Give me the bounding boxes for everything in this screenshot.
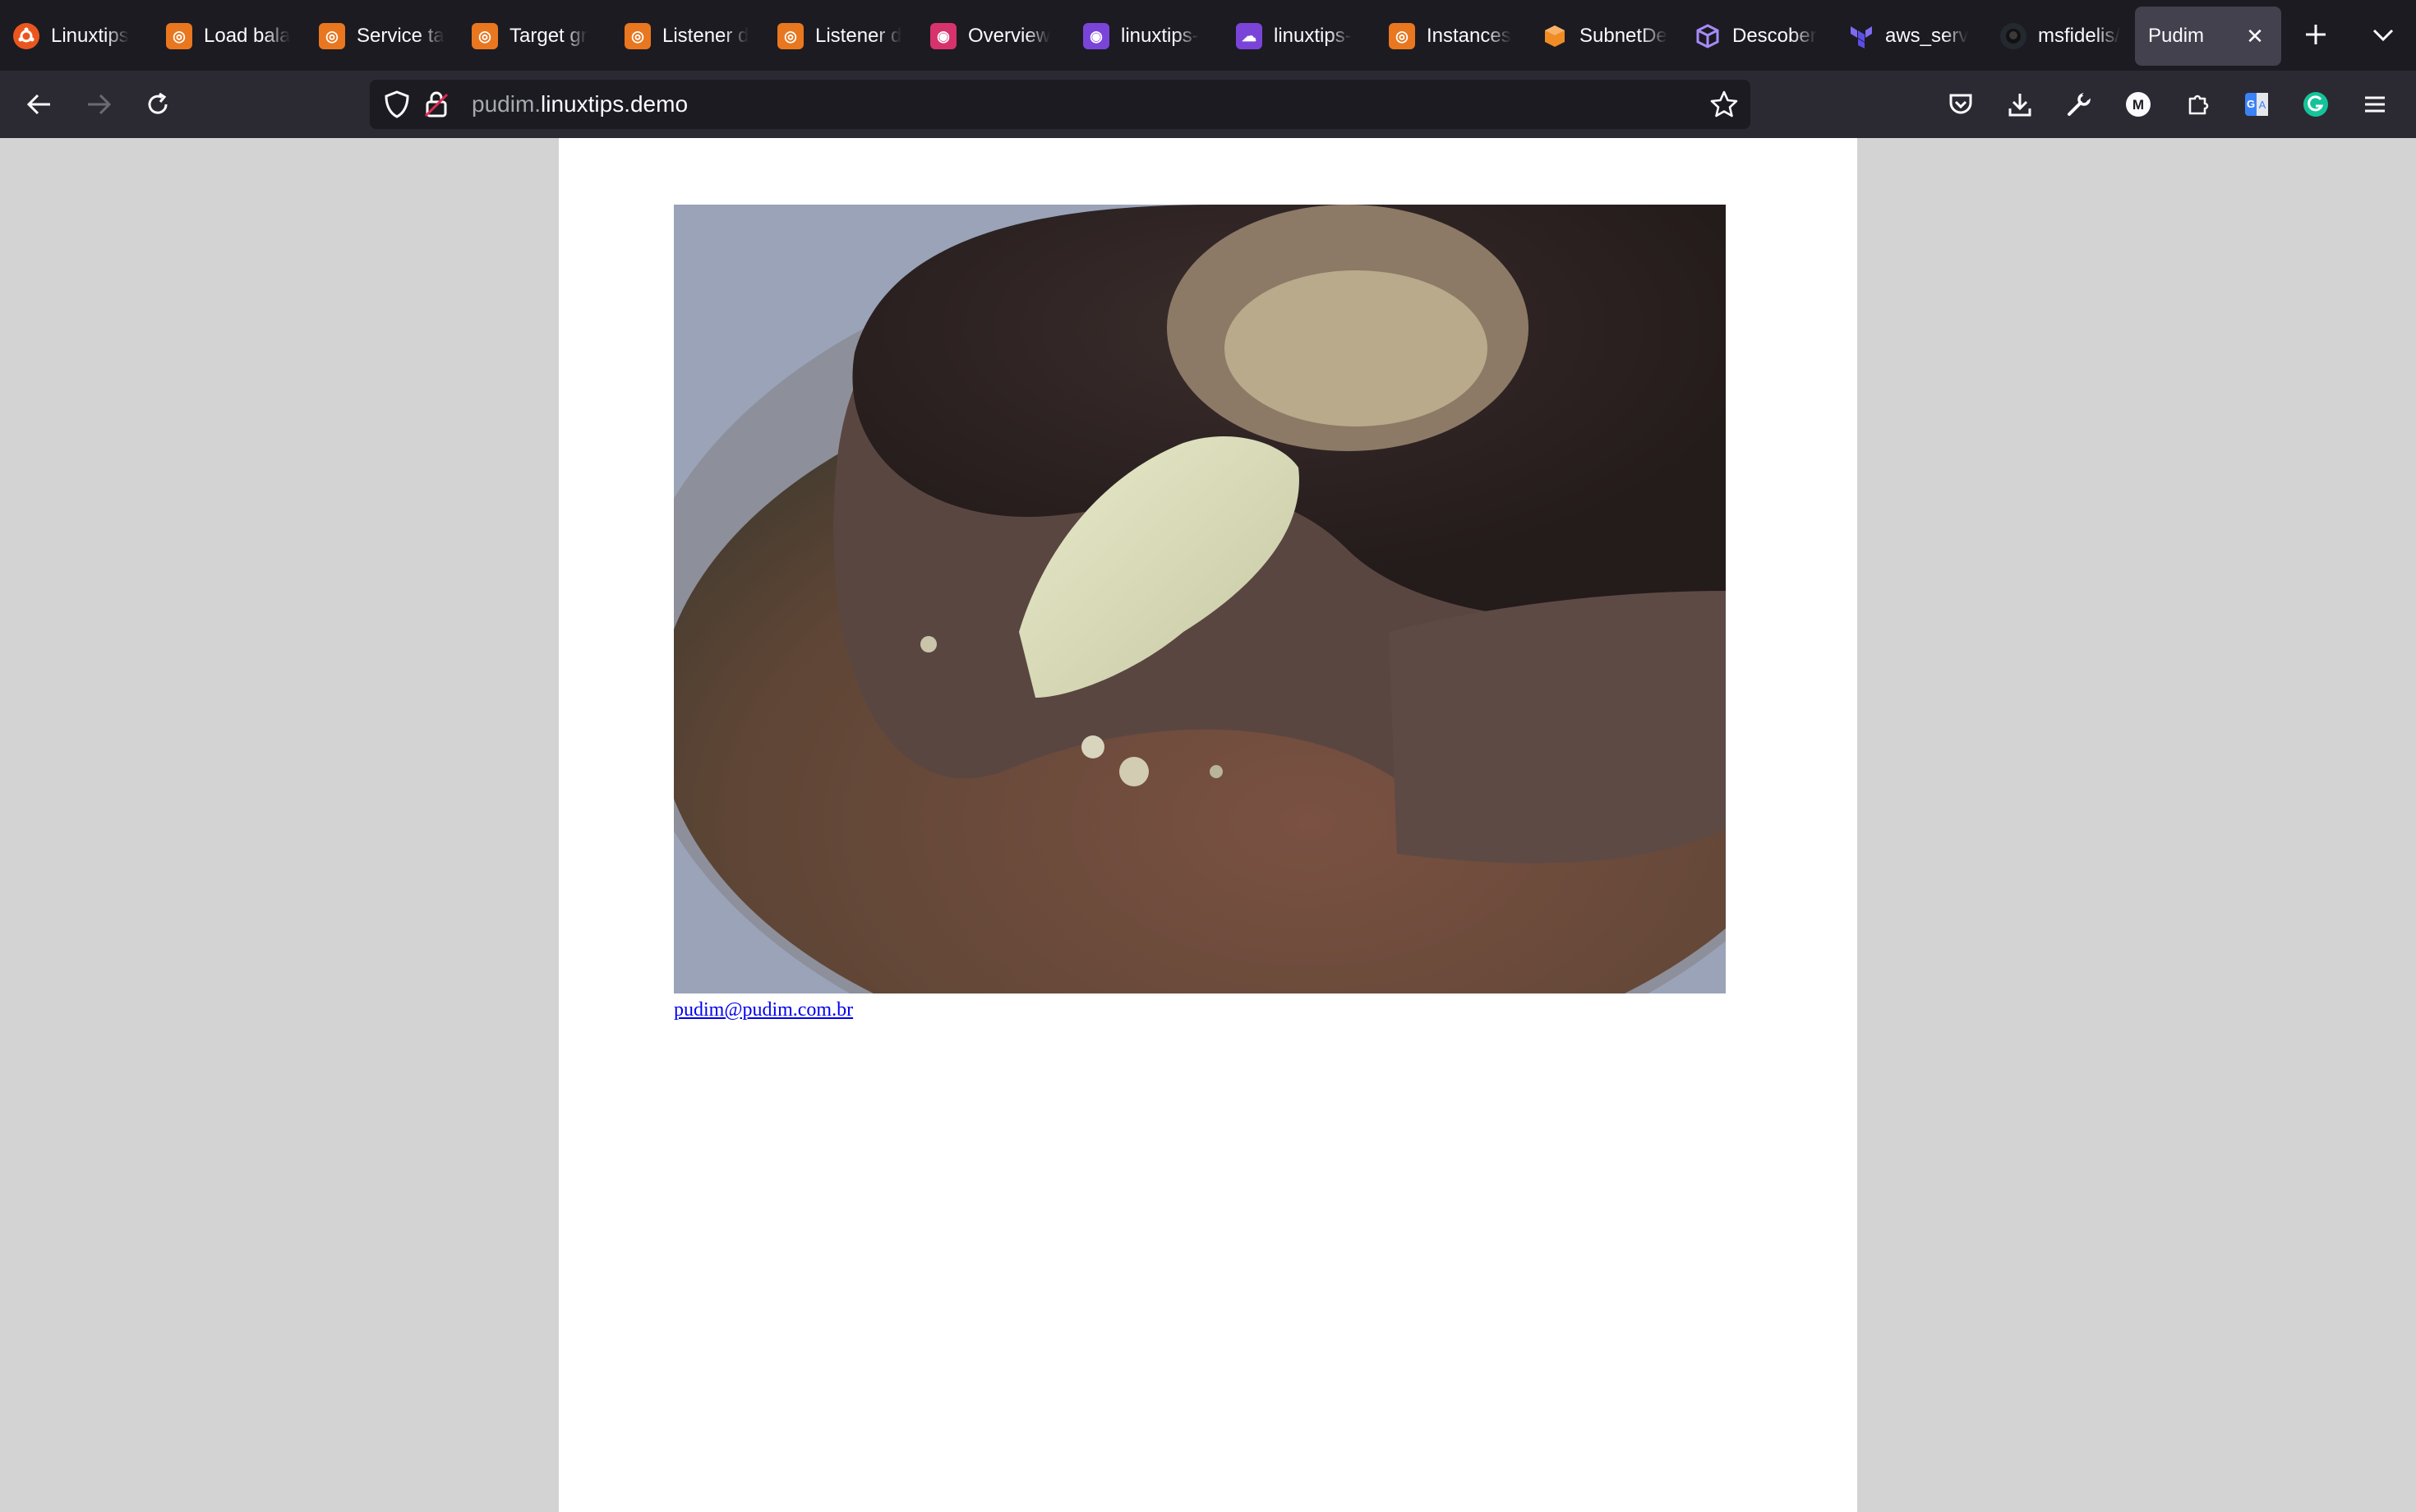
bookmark-star-icon[interactable] xyxy=(1709,90,1739,123)
tab-title: linuxtips- xyxy=(1274,25,1352,47)
tab[interactable]: ◎ Listener d xyxy=(611,7,764,66)
tab-title: SubnetDe xyxy=(1579,25,1667,47)
grammarly-icon[interactable] xyxy=(2296,85,2335,124)
tab[interactable]: ◎ Load bala xyxy=(153,7,306,66)
tab-strip: Linuxtips ◎ Load bala ◎ Service ta ◎ Tar… xyxy=(0,0,2416,71)
tab[interactable]: ◉ Overview xyxy=(917,7,1070,66)
url-subdomain: pudim. xyxy=(472,91,542,117)
tab-title: Service ta xyxy=(357,25,445,47)
insecure-lock-icon[interactable] xyxy=(422,90,450,123)
aws-console-pink-icon: ◉ xyxy=(930,23,957,49)
close-tab-icon[interactable]: ✕ xyxy=(2243,25,2266,48)
aws-cube-icon xyxy=(1542,23,1568,49)
back-arrow-icon[interactable] xyxy=(20,85,59,124)
tab-title: Overview xyxy=(968,25,1051,47)
aws-service-icon: ◎ xyxy=(777,23,804,49)
page-content: pudim@pudim.com.br xyxy=(559,138,1857,1512)
aws-service-icon: ◎ xyxy=(166,23,192,49)
wrench-icon[interactable] xyxy=(2059,85,2099,124)
aws-service-icon: ◎ xyxy=(472,23,498,49)
tab-active[interactable]: Pudim ✕ xyxy=(2135,7,2281,66)
aws-service-icon: ◎ xyxy=(319,23,345,49)
github-icon xyxy=(2000,23,2026,49)
tab[interactable]: ◉ linuxtips- xyxy=(1070,7,1223,66)
tab-title: Linuxtips xyxy=(51,25,129,47)
tab[interactable]: ☁ linuxtips- xyxy=(1223,7,1376,66)
terraform-icon xyxy=(1847,23,1874,49)
list-all-tabs-chevron-icon[interactable] xyxy=(2365,16,2401,53)
url-text[interactable]: pudim.linuxtips.demo xyxy=(472,91,688,118)
svg-text:G: G xyxy=(2247,98,2255,110)
translate-icon[interactable]: GA xyxy=(2237,85,2276,124)
tab[interactable]: ◎ Listener d xyxy=(764,7,917,66)
pocket-icon[interactable] xyxy=(1941,85,1980,124)
extension-m-icon[interactable]: M xyxy=(2119,85,2158,124)
menu-icon[interactable] xyxy=(2355,85,2395,124)
forward-arrow-icon[interactable] xyxy=(79,85,118,124)
download-icon[interactable] xyxy=(2000,85,2040,124)
tab-title: Listener d xyxy=(662,25,749,47)
svg-text:M: M xyxy=(2132,97,2144,113)
ubuntu-icon xyxy=(13,23,39,49)
url-domain: linuxtips.demo xyxy=(541,91,689,117)
tab-title: aws_serv xyxy=(1885,25,1969,47)
tab-title: Load bala xyxy=(204,25,291,47)
tab-title: Target gr xyxy=(509,25,588,47)
tab-title: Instances xyxy=(1427,25,1511,47)
navigation-toolbar: pudim.linuxtips.demo M GA xyxy=(0,71,2416,138)
tab-title: linuxtips- xyxy=(1121,25,1199,47)
tab-title: Pudim xyxy=(2148,25,2205,47)
tab-title: Listener d xyxy=(815,25,902,47)
tab-title: msfidelis/ xyxy=(2038,25,2121,47)
svg-text:A: A xyxy=(2259,99,2266,111)
extensions-puzzle-icon[interactable] xyxy=(2178,85,2217,124)
aws-service-icon: ◎ xyxy=(625,23,651,49)
reload-icon[interactable] xyxy=(138,85,178,124)
tab-title: Descober xyxy=(1732,25,1817,47)
tab[interactable]: ◎ Target gr xyxy=(459,7,611,66)
tab[interactable]: msfidelis/ xyxy=(1987,7,2140,66)
tracking-protection-shield-icon[interactable] xyxy=(383,90,411,123)
aws-console-purple-icon: ◉ xyxy=(1083,23,1109,49)
aws-service-icon: ◎ xyxy=(1389,23,1415,49)
new-tab-button[interactable] xyxy=(2298,16,2334,53)
tab[interactable]: Descober xyxy=(1681,7,1834,66)
address-bar[interactable]: pudim.linuxtips.demo xyxy=(370,80,1750,129)
pudim-photo xyxy=(674,205,1726,993)
tab[interactable]: Linuxtips xyxy=(0,7,156,66)
hexagon-cube-icon xyxy=(1694,23,1721,49)
tab[interactable]: aws_serv xyxy=(1834,7,1987,66)
tab[interactable]: ◎ Instances xyxy=(1376,7,1528,66)
email-link[interactable]: pudim@pudim.com.br xyxy=(674,999,853,1021)
aws-cloud-icon: ☁ xyxy=(1236,23,1262,49)
tab[interactable]: ◎ Service ta xyxy=(306,7,459,66)
tab[interactable]: SubnetDe xyxy=(1528,7,1681,66)
